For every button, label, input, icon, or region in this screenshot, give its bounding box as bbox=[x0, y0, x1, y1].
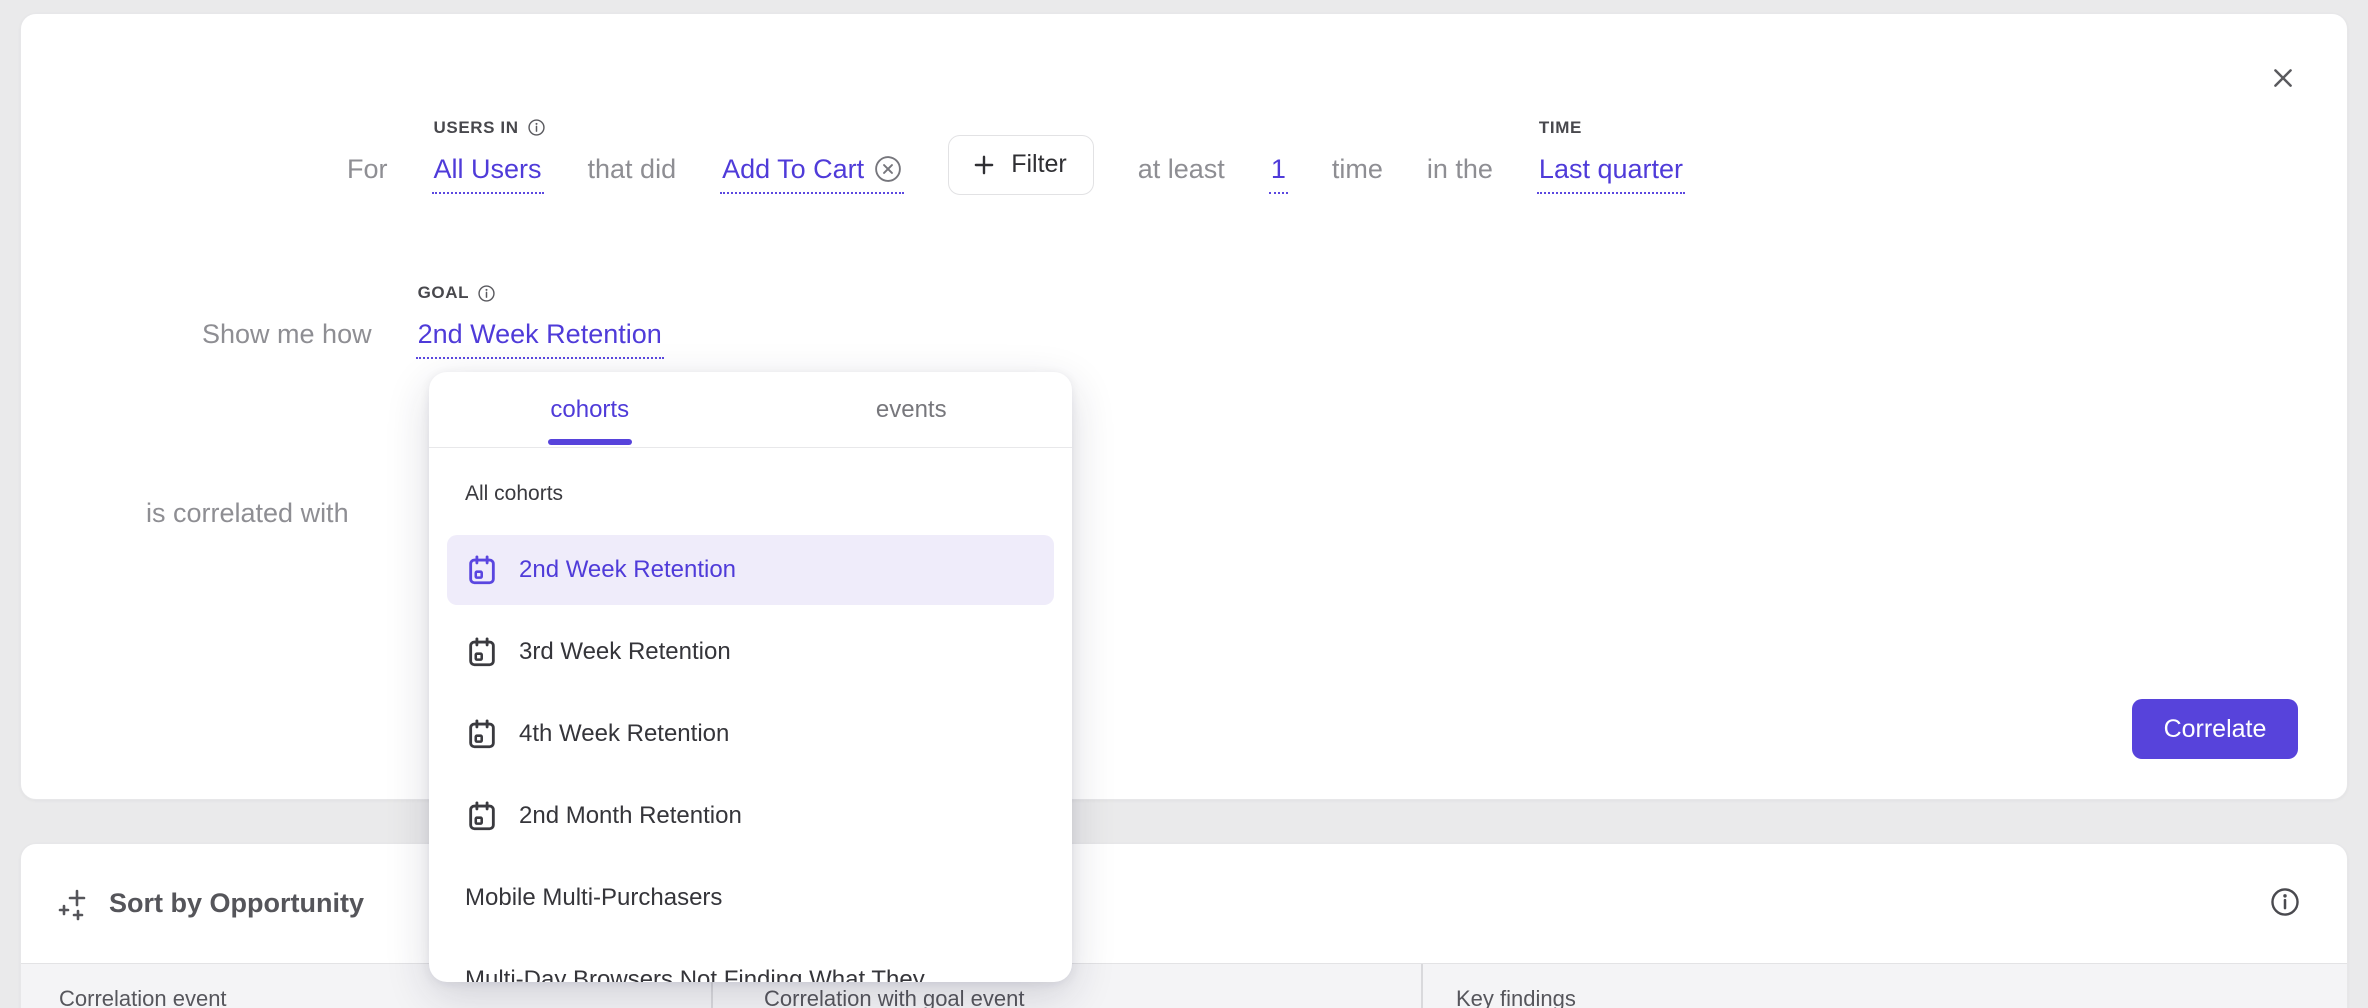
results-table-header: Correlation event Correlation with goal … bbox=[21, 963, 2347, 1008]
cohort-list-item[interactable]: 2nd Week Retention bbox=[447, 535, 1054, 605]
word-that-did: that did bbox=[588, 154, 677, 185]
users-selector[interactable]: USERS IN All Users bbox=[432, 154, 544, 194]
dropdown-tabs: cohorts events bbox=[429, 372, 1072, 448]
column-header-correlation-with-goal-event: Correlation with goal event bbox=[764, 986, 1024, 1008]
info-icon[interactable] bbox=[477, 284, 496, 303]
filter-button-label: Filter bbox=[1011, 150, 1067, 179]
cohort-list-item[interactable]: 4th Week Retention bbox=[447, 699, 1054, 769]
time-label: TIME bbox=[1539, 118, 1582, 138]
results-info-icon[interactable] bbox=[2269, 886, 2301, 918]
sparkles-icon bbox=[57, 886, 93, 922]
query-row-goal: Show me how GOAL 2nd Week Retention bbox=[202, 319, 664, 359]
correlate-button[interactable]: Correlate bbox=[2132, 699, 2298, 759]
word-at-least: at least bbox=[1138, 154, 1225, 185]
close-icon bbox=[2270, 65, 2296, 91]
word-in-the: in the bbox=[1427, 154, 1493, 185]
event-value[interactable]: Add To Cart bbox=[722, 154, 864, 185]
cohort-item-label: Multi-Day Browsers Not Finding What They bbox=[465, 966, 925, 982]
plus-icon bbox=[971, 152, 997, 178]
sort-by-opportunity-label: Sort by Opportunity bbox=[109, 888, 364, 919]
cohort-list: 2nd Week Retention 3rd Week Retention 4t… bbox=[447, 535, 1054, 982]
column-header-key-findings: Key findings bbox=[1456, 986, 1576, 1008]
cohort-item-label: 2nd Month Retention bbox=[519, 802, 742, 830]
time-range-selector[interactable]: TIME Last quarter bbox=[1537, 154, 1685, 194]
sort-by-opportunity-button[interactable]: Sort by Opportunity bbox=[57, 844, 364, 963]
calendar-icon bbox=[465, 799, 499, 833]
cohort-item-label: Mobile Multi-Purchasers bbox=[465, 884, 722, 912]
results-card: Sort by Opportunity Correlation event Co… bbox=[20, 843, 2348, 1008]
cohort-item-label: 2nd Week Retention bbox=[519, 556, 736, 584]
calendar-icon bbox=[465, 635, 499, 669]
cohort-list-item[interactable]: Mobile Multi-Purchasers bbox=[447, 863, 1054, 933]
close-button[interactable] bbox=[2263, 58, 2303, 98]
calendar-icon bbox=[465, 553, 499, 587]
goal-value[interactable]: 2nd Week Retention bbox=[416, 319, 664, 359]
cohort-section-label: All cohorts bbox=[465, 482, 563, 506]
tab-events[interactable]: events bbox=[751, 372, 1073, 447]
word-for: For bbox=[347, 154, 388, 185]
event-selector[interactable]: Add To Cart bbox=[720, 154, 904, 194]
column-header-correlation-event: Correlation event bbox=[59, 986, 227, 1008]
remove-event-icon[interactable] bbox=[874, 155, 902, 183]
cohort-list-item[interactable]: 3rd Week Retention bbox=[447, 617, 1054, 687]
add-filter-button[interactable]: Filter bbox=[948, 135, 1094, 195]
cohort-item-label: 4th Week Retention bbox=[519, 720, 729, 748]
cohort-list-item[interactable]: Multi-Day Browsers Not Finding What They bbox=[447, 945, 1054, 982]
goal-selector[interactable]: GOAL 2nd Week Retention bbox=[416, 319, 664, 359]
count-value[interactable]: 1 bbox=[1269, 154, 1288, 194]
users-value[interactable]: All Users bbox=[432, 154, 544, 194]
active-tab-indicator bbox=[548, 439, 632, 445]
users-in-label: USERS IN bbox=[434, 118, 546, 138]
info-icon[interactable] bbox=[527, 118, 546, 137]
time-range-value[interactable]: Last quarter bbox=[1537, 154, 1685, 194]
tab-cohorts[interactable]: cohorts bbox=[429, 372, 751, 447]
cohort-list-item[interactable]: 2nd Month Retention bbox=[447, 781, 1054, 851]
calendar-icon bbox=[465, 717, 499, 751]
query-row-users: For USERS IN All Users that did Add To C… bbox=[347, 135, 1685, 195]
goal-label: GOAL bbox=[418, 283, 497, 303]
query-builder-card: For USERS IN All Users that did Add To C… bbox=[20, 13, 2348, 800]
word-show-me-how: Show me how bbox=[202, 319, 372, 350]
correlation-analysis-page: For USERS IN All Users that did Add To C… bbox=[0, 0, 2368, 1008]
goal-dropdown-panel: cohorts events All cohorts 2nd Week Rete… bbox=[429, 372, 1072, 982]
word-is-correlated-with: is correlated with bbox=[146, 498, 349, 529]
column-divider bbox=[1421, 964, 1423, 1008]
word-time: time bbox=[1332, 154, 1383, 185]
cohort-item-label: 3rd Week Retention bbox=[519, 638, 731, 666]
